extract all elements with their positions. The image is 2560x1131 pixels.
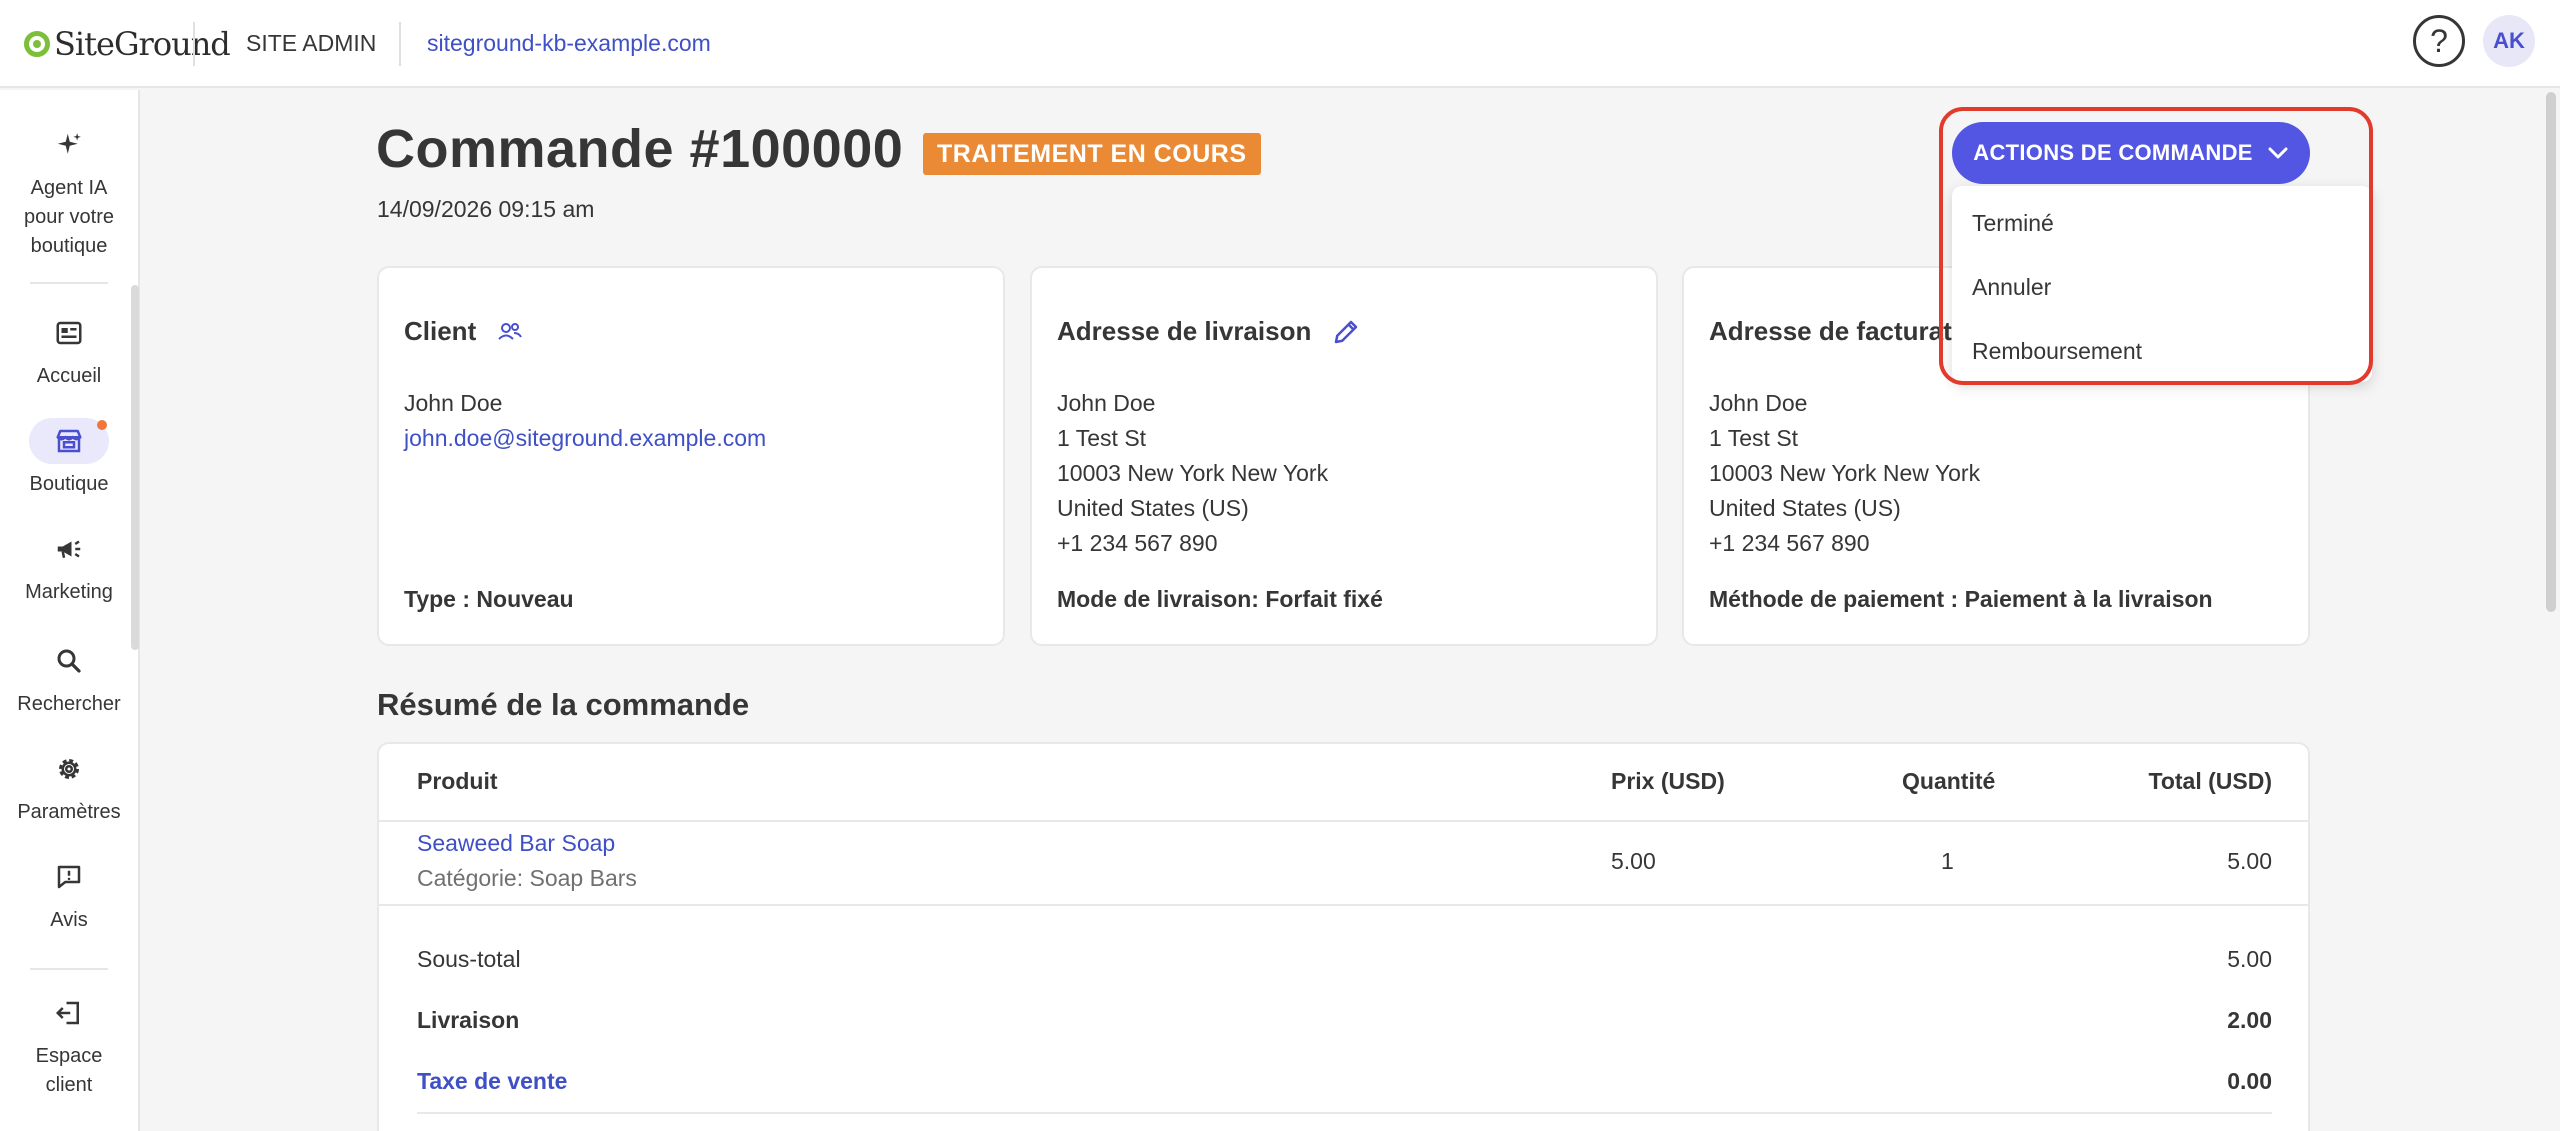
address-line: 10003 New York New York [1709, 460, 1981, 486]
billing-address: John Doe 1 Test St 10003 New York New Yo… [1709, 386, 1980, 561]
sidebar-item-avis[interactable]: Avis [0, 854, 138, 935]
feedback-icon [41, 854, 97, 900]
product-quantity: 1 [1941, 848, 1954, 874]
notification-dot [97, 420, 107, 430]
column-header-price: Prix (USD) [1611, 768, 1725, 794]
order-summary-title: Résumé de la commande [377, 687, 750, 722]
address-line: John Doe [1057, 390, 1156, 416]
column-header-quantity: Quantité [1902, 768, 1996, 794]
card-title-text: Adresse de livraison [1057, 316, 1312, 346]
address-phone: +1 234 567 890 [1057, 530, 1218, 556]
address-line: 10003 New York New York [1057, 460, 1329, 486]
users-icon[interactable] [496, 320, 524, 344]
sidebar-item-label: Agent IA pour votre boutique [23, 177, 115, 257]
sidebar-item-espace-client[interactable]: Espace client [0, 990, 138, 1100]
sidebar-scrollbar[interactable] [131, 285, 139, 650]
product-total: 5.00 [2227, 848, 2272, 874]
header-divider [193, 22, 195, 66]
product-category: Catégorie: Soap Bars [417, 865, 637, 891]
row-divider [379, 820, 2308, 822]
column-header-total: Total (USD) [2148, 768, 2272, 794]
siteground-logo[interactable]: SiteGround [24, 22, 231, 66]
menu-item-refund[interactable]: Remboursement [1972, 338, 2142, 365]
address-line: 1 Test St [1057, 425, 1147, 451]
address-line: United States (US) [1057, 495, 1249, 521]
gear-icon [41, 746, 97, 792]
menu-item-cancel[interactable]: Annuler [1972, 274, 2051, 301]
order-summary-table: Produit Prix (USD) Quantité Total (USD) … [377, 742, 2310, 1131]
help-icon: ? [2430, 22, 2448, 59]
dashboard-icon [41, 310, 97, 356]
store-icon [29, 418, 109, 464]
page-title: Commande #100000 [376, 119, 904, 179]
status-badge: TRAITEMENT EN COURS [923, 133, 1261, 175]
address-phone: +1 234 567 890 [1709, 530, 1870, 556]
shipping-address-card: Adresse de livraison John Doe 1 Test St … [1030, 266, 1658, 646]
card-title-text: Client [404, 316, 477, 346]
address-line: United States (US) [1709, 495, 1901, 521]
sidebar-divider [30, 282, 108, 284]
sparkle-icon [41, 122, 97, 168]
sidebar-item-label: Boutique [29, 473, 109, 495]
sidebar-item-rechercher[interactable]: Rechercher [0, 638, 138, 719]
shipping-card-title: Adresse de livraison [1057, 316, 1361, 347]
logo-icon [24, 31, 50, 57]
user-avatar[interactable]: AK [2483, 15, 2535, 67]
sidebar: Agent IA pour votre boutique Accueil Bou… [0, 90, 140, 1131]
sidebar-item-label: Paramètres [17, 801, 121, 823]
address-line: John Doe [1709, 390, 1808, 416]
header-divider [399, 22, 401, 66]
menu-item-complete[interactable]: Terminé [1972, 210, 2054, 237]
sidebar-item-label: Marketing [25, 581, 113, 603]
client-details: John Doe john.doe@siteground.example.com [404, 386, 766, 456]
payment-method: Méthode de paiement : Paiement à la livr… [1709, 586, 2213, 612]
pencil-icon[interactable] [1331, 317, 1361, 347]
sidebar-item-ai-agent[interactable]: Agent IA pour votre boutique [0, 122, 138, 261]
address-line: 1 Test St [1709, 425, 1799, 451]
product-link[interactable]: Seaweed Bar Soap [417, 830, 615, 857]
shipping-value: 2.00 [2227, 1007, 2272, 1033]
client-name: John Doe [404, 390, 503, 416]
megaphone-icon [41, 526, 97, 572]
chevron-down-icon [2268, 147, 2288, 159]
subtotal-value: 5.00 [2227, 946, 2272, 972]
sidebar-item-label: Rechercher [17, 693, 121, 715]
client-card: Client John Doe john.doe@siteground.exam… [377, 266, 1005, 646]
order-date: 14/09/2026 09:15 am [377, 196, 595, 222]
card-title-text: Adresse de facturat [1709, 316, 1952, 346]
client-type: Type : Nouveau [404, 586, 574, 612]
sales-tax-link[interactable]: Taxe de vente [417, 1068, 567, 1095]
help-button[interactable]: ? [2413, 15, 2465, 67]
order-actions-label: ACTIONS DE COMMANDE [1973, 140, 2253, 165]
logo-text: SiteGround [54, 25, 231, 63]
shipping-address: John Doe 1 Test St 10003 New York New Yo… [1057, 386, 1328, 561]
exit-icon [41, 990, 97, 1036]
order-actions-button[interactable]: ACTIONS DE COMMANDE [1952, 122, 2310, 184]
sidebar-item-parametres[interactable]: Paramètres [0, 746, 138, 827]
page-scrollbar[interactable] [2546, 92, 2556, 612]
row-divider [379, 904, 2308, 906]
client-email-link[interactable]: john.doe@siteground.example.com [404, 421, 766, 456]
top-header: SiteGround SITE ADMIN siteground-kb-exam… [0, 0, 2560, 88]
sidebar-item-accueil[interactable]: Accueil [0, 310, 138, 391]
client-card-title: Client [404, 316, 524, 347]
search-icon [41, 638, 97, 684]
sidebar-item-label: Accueil [36, 365, 102, 387]
billing-card-title: Adresse de facturat [1709, 316, 1952, 347]
subtotal-label: Sous-total [417, 946, 521, 972]
sidebar-item-label: Espace client [35, 1045, 103, 1096]
column-header-product: Produit [417, 768, 498, 794]
sidebar-item-boutique[interactable]: Boutique [0, 418, 138, 499]
sales-tax-value: 0.00 [2227, 1068, 2272, 1094]
row-divider [417, 1112, 2272, 1114]
sidebar-item-label: Avis [50, 909, 88, 931]
sidebar-divider [30, 968, 108, 970]
site-url-link[interactable]: siteground-kb-example.com [427, 30, 711, 57]
order-actions-menu: Terminé Annuler Remboursement [1952, 186, 2372, 382]
sidebar-item-marketing[interactable]: Marketing [0, 526, 138, 607]
shipping-label: Livraison [417, 1007, 520, 1033]
product-price: 5.00 [1611, 848, 1656, 874]
site-admin-label: SITE ADMIN [246, 30, 377, 56]
shipping-method: Mode de livraison: Forfait fixé [1057, 586, 1383, 612]
